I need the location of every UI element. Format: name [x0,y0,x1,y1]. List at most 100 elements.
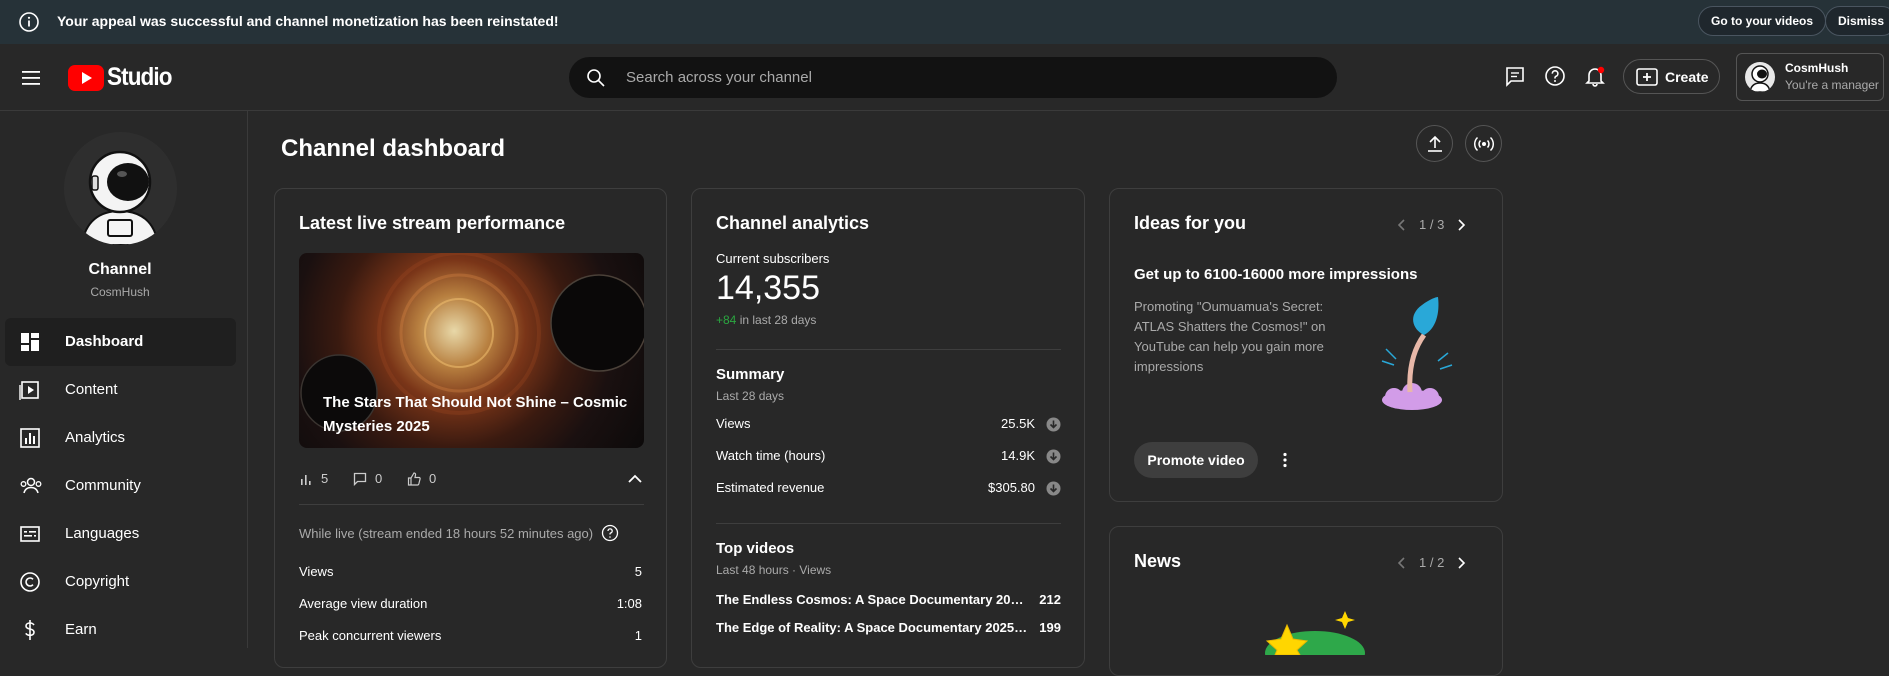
help-icon[interactable] [1544,65,1566,87]
sidebar-item-earn[interactable]: Earn [5,606,236,654]
thumbs-up-icon [407,471,421,486]
subscribers-delta-row: +84 in last 28 days [716,313,816,327]
earn-icon [19,619,41,641]
copyright-icon [19,571,41,593]
summary-row-revenue[interactable]: Estimated revenue $305.80 [716,480,1061,498]
summary-label: Watch time (hours) [716,448,826,463]
sidebar-item-copyright[interactable]: Copyright [5,558,236,606]
channel-handle: CosmHush [90,285,150,299]
more-vert-icon[interactable] [1276,451,1294,469]
channel-avatar[interactable] [64,132,177,245]
subscribers-delta-suffix: in last 28 days [739,313,817,327]
notifications-icon[interactable] [1584,65,1606,87]
languages-icon [19,523,41,545]
live-card-title: Latest live stream performance [299,213,566,233]
sidebar-item-languages[interactable]: Languages [5,510,236,558]
subscribers-label: Current subscribers [716,251,830,266]
account-switcher[interactable]: CosmHush You're a manager [1736,53,1884,101]
info-icon [18,11,40,33]
analytics-card-title: Channel analytics [716,213,870,233]
sidebar: Channel CosmHush Dashboard Content Analy… [0,111,248,648]
stream-stats-row: 5 0 0 [299,471,644,491]
arrow-down-circle-icon [1046,481,1061,496]
chevron-left-icon[interactable] [1395,218,1409,232]
account-avatar [1745,62,1775,92]
sidebar-item-label: Community [65,477,141,494]
help-icon[interactable] [601,524,619,542]
ideas-body: Promoting "Oumuamua's Secret: ATLAS Shat… [1134,299,1326,374]
upload-button[interactable] [1416,125,1453,162]
promote-video-button[interactable]: Promote video [1134,442,1258,478]
likes-count: 0 [429,471,437,486]
summary-value: 25.5K [1001,416,1035,431]
while-live-row: While live (stream ended 18 hours 52 min… [299,524,619,542]
page-title: Channel dashboard [281,135,506,162]
summary-period: Last 28 days [716,389,785,403]
feedback-icon[interactable] [1504,65,1526,87]
go-to-videos-button[interactable]: Go to your videos [1698,6,1827,36]
divider [299,504,644,505]
divider [716,349,1061,350]
summary-value: $305.80 [988,480,1035,495]
while-live-text: While live (stream ended 18 hours 52 min… [299,525,594,541]
metric-views-value: 5 [634,564,642,579]
news-pager: 1 / 2 [1395,555,1468,570]
news-card-title: News [1134,551,1182,571]
sidebar-item-content[interactable]: Content [5,366,236,414]
views-count: 5 [321,471,329,486]
search-bar[interactable]: Search across your channel [569,57,1337,98]
news-pager-text: 1 / 2 [1419,555,1445,570]
metric-peak-label: Peak concurrent viewers [299,628,442,643]
subscribers-delta: +84 [716,313,737,327]
summary-row-views[interactable]: Views 25.5K [716,416,1061,434]
ideas-card-title: Ideas for you [1134,213,1247,233]
create-icon [1636,67,1658,86]
summary-title: Summary [716,366,785,383]
divider [716,523,1061,524]
studio-logo[interactable]: Studio [68,63,179,92]
sidebar-item-analytics[interactable]: Analytics [5,414,236,462]
news-card: News 1 / 2 [1109,526,1503,676]
ideas-card: Ideas for you 1 / 3 Get up to 6100-16000… [1109,188,1503,502]
bar-chart-icon [299,472,313,486]
top-video-title: The Endless Cosmos: A Space Documentary … [716,592,1028,607]
summary-row-watch-time[interactable]: Watch time (hours) 14.9K [716,448,1061,466]
chevron-left-icon[interactable] [1395,556,1409,570]
sidebar-item-dashboard[interactable]: Dashboard [5,318,236,366]
content-icon [19,379,41,401]
community-icon [19,475,43,497]
upload-icon [1426,135,1444,153]
live-icon [1473,135,1495,153]
menu-icon[interactable] [19,66,43,90]
account-name: CosmHush [1785,61,1849,75]
sidebar-item-label: Analytics [65,429,126,446]
chevron-right-icon[interactable] [1454,218,1468,232]
sidebar-item-label: Copyright [65,573,130,590]
search-input[interactable]: Search across your channel [626,69,812,86]
views-stat: 5 [299,471,328,486]
stream-thumbnail[interactable]: The Stars That Should Not Shine – Cosmic… [299,253,644,448]
go-live-button[interactable] [1465,125,1502,162]
chevron-right-icon[interactable] [1454,556,1468,570]
search-icon [586,68,606,88]
sidebar-item-community[interactable]: Community [5,462,236,510]
top-video-views: 199 [1039,620,1061,635]
top-header: Studio Search across your channel Create… [0,44,1889,111]
collapse-icon[interactable] [627,471,643,487]
top-videos-title: Top videos [716,540,795,557]
summary-label: Views [716,416,751,431]
metric-avd-value: 1:08 [616,596,642,611]
create-button[interactable]: Create [1623,59,1720,94]
sidebar-item-label: Languages [65,525,140,542]
metric-views-label: Views [299,564,334,579]
top-video-title: The Edge of Reality: A Space Documentary… [716,620,1028,635]
analytics-icon [19,427,41,449]
comment-icon [353,472,367,486]
notification-banner: Your appeal was successful and channel m… [0,0,1889,44]
summary-label: Estimated revenue [716,480,825,495]
ideas-pager-text: 1 / 3 [1419,217,1445,232]
sidebar-item-label: Content [65,381,118,398]
subscribers-value: 14,355 [716,269,820,307]
dismiss-button[interactable]: Dismiss [1825,6,1889,36]
likes-stat: 0 [407,471,436,486]
